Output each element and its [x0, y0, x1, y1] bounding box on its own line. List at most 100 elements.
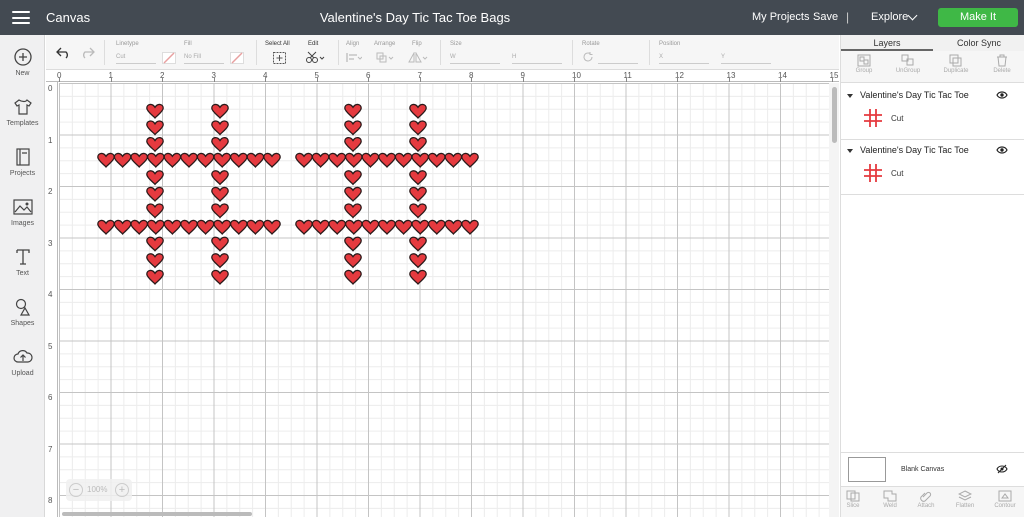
- design-canvas[interactable]: [59, 83, 829, 517]
- rotate-icon[interactable]: [582, 51, 594, 63]
- bottom-tools: Slice Weld Attach Flatten Contour: [841, 486, 1024, 517]
- delete-button[interactable]: Delete: [979, 54, 1024, 74]
- ruler-tick: [213, 77, 215, 82]
- group-button[interactable]: Group: [841, 54, 887, 74]
- caret-down-icon[interactable]: [847, 149, 853, 153]
- sidebar-item-shapes[interactable]: Shapes: [0, 297, 45, 327]
- linetype-select[interactable]: Cut: [116, 52, 156, 64]
- select-all-icon[interactable]: [273, 52, 286, 64]
- eye-off-icon[interactable]: [996, 464, 1008, 474]
- my-projects-link[interactable]: My Projects: [752, 11, 809, 23]
- ungroup-label: UnGroup: [895, 68, 921, 74]
- app-header: Canvas Valentine's Day Tic Tac Toe Bags …: [0, 0, 1024, 35]
- blank-canvas-layer[interactable]: Blank Canvas: [841, 452, 1024, 486]
- panel-tabs: Layers Color Sync: [841, 35, 1024, 51]
- zoom-control: − 100% +: [66, 479, 132, 501]
- tab-layers[interactable]: Layers: [841, 38, 933, 51]
- weld-button[interactable]: Weld: [872, 490, 908, 509]
- scissors-icon[interactable]: [305, 51, 325, 64]
- ungroup-icon: [901, 54, 914, 66]
- sidebar-item-projects[interactable]: Projects: [0, 147, 45, 177]
- slice-button[interactable]: Slice: [835, 490, 871, 509]
- horizontal-scroll-thumb[interactable]: [62, 512, 252, 516]
- ruler-tick: [471, 77, 472, 82]
- sidebar-item-label: Shapes: [10, 320, 35, 327]
- zoom-out-button[interactable]: −: [69, 483, 83, 497]
- blank-canvas-swatch[interactable]: [848, 457, 886, 482]
- ruler-horizontal: 0 1 2 3 4 5 6 7 8 9 10 11 12 13 14 15: [46, 70, 839, 82]
- explore-menu[interactable]: Explore: [871, 11, 908, 23]
- rotate-label: Rotate: [582, 41, 600, 47]
- shapes-icon: [15, 298, 30, 316]
- select-all-label[interactable]: Select All: [265, 41, 290, 47]
- tab-color-sync[interactable]: Color Sync: [933, 38, 1024, 48]
- paperclip-icon: [920, 491, 932, 502]
- flatten-label: Flatten: [955, 503, 975, 509]
- flatten-button[interactable]: Flatten: [947, 490, 983, 509]
- fill-select[interactable]: No Fill: [184, 52, 224, 64]
- vertical-scroll-thumb[interactable]: [832, 87, 837, 143]
- height-input[interactable]: H: [512, 52, 562, 64]
- layer-operation: Cut: [891, 114, 904, 123]
- sidebar-item-images[interactable]: Images: [0, 197, 45, 227]
- layer-group[interactable]: Valentine's Day Tic Tac Toe Cut: [841, 139, 1024, 195]
- sidebar-item-label: Images: [11, 220, 34, 227]
- zoom-level: 100%: [87, 485, 108, 494]
- flatten-icon: [958, 490, 972, 501]
- align-icon[interactable]: [346, 52, 362, 63]
- ruler-tick: [59, 77, 60, 82]
- align-label: Align: [346, 41, 360, 47]
- arrange-icon[interactable]: [376, 52, 394, 63]
- save-link[interactable]: Save: [813, 11, 838, 23]
- linetype-color-icon[interactable]: [162, 52, 176, 64]
- duplicate-icon: [949, 54, 962, 67]
- zoom-in-button[interactable]: +: [115, 483, 129, 497]
- book-icon: [15, 148, 30, 166]
- chevron-down-icon[interactable]: [907, 10, 918, 21]
- contour-button[interactable]: Contour: [987, 490, 1023, 509]
- flip-icon[interactable]: [408, 52, 428, 63]
- make-it-button[interactable]: Make It: [938, 8, 1018, 27]
- fill-color-icon[interactable]: [230, 52, 244, 64]
- trash-icon: [997, 54, 1007, 67]
- contour-icon: [998, 490, 1012, 502]
- width-input[interactable]: W: [450, 52, 500, 64]
- ruler-tick-label: 2: [48, 187, 53, 196]
- ruler-tick: [419, 77, 421, 82]
- ruler-tick: [110, 77, 112, 82]
- undo-icon[interactable]: [56, 45, 72, 59]
- ruler-tick: [831, 77, 833, 82]
- blank-canvas-label: Blank Canvas: [901, 466, 945, 473]
- eye-icon[interactable]: [996, 90, 1008, 100]
- horizontal-scrollbar[interactable]: [59, 511, 829, 517]
- sidebar-item-text[interactable]: Text: [0, 247, 45, 277]
- position-label: Position: [659, 41, 681, 47]
- ruler-tick: [368, 77, 369, 82]
- ruler-tick-label: 7: [48, 444, 53, 454]
- position-y-input[interactable]: Y: [721, 52, 771, 64]
- vertical-scrollbar[interactable]: [829, 83, 839, 517]
- position-x-input[interactable]: X: [659, 52, 709, 64]
- ruler-tick-label: 8: [48, 496, 53, 505]
- sidebar-item-upload[interactable]: Upload: [0, 347, 45, 377]
- tic-tac-toe-thumbnail-icon: [864, 109, 882, 127]
- duplicate-button[interactable]: Duplicate: [933, 54, 979, 74]
- layer-tools: Group UnGroup Duplicate Delete: [841, 51, 1024, 83]
- caret-down-icon[interactable]: [847, 94, 853, 98]
- ruler-tick-label: 6: [48, 393, 53, 402]
- eye-icon[interactable]: [996, 145, 1008, 155]
- redo-icon[interactable]: [79, 45, 95, 59]
- size-label: Size: [450, 41, 462, 47]
- slice-label: Slice: [846, 503, 860, 509]
- edit-label[interactable]: Edit: [308, 41, 318, 47]
- tic-tac-toe-thumbnail-icon: [864, 164, 882, 182]
- rotate-input[interactable]: [598, 52, 638, 64]
- sidebar-item-label: New: [15, 70, 30, 77]
- ruler-tick: [728, 77, 730, 82]
- layer-group[interactable]: Valentine's Day Tic Tac Toe Cut: [841, 84, 1024, 140]
- sidebar-item-templates[interactable]: Templates: [0, 97, 45, 127]
- group-label: Group: [855, 68, 873, 74]
- ungroup-button[interactable]: UnGroup: [885, 54, 931, 74]
- attach-button[interactable]: Attach: [908, 490, 944, 509]
- sidebar-item-new[interactable]: New: [0, 47, 45, 77]
